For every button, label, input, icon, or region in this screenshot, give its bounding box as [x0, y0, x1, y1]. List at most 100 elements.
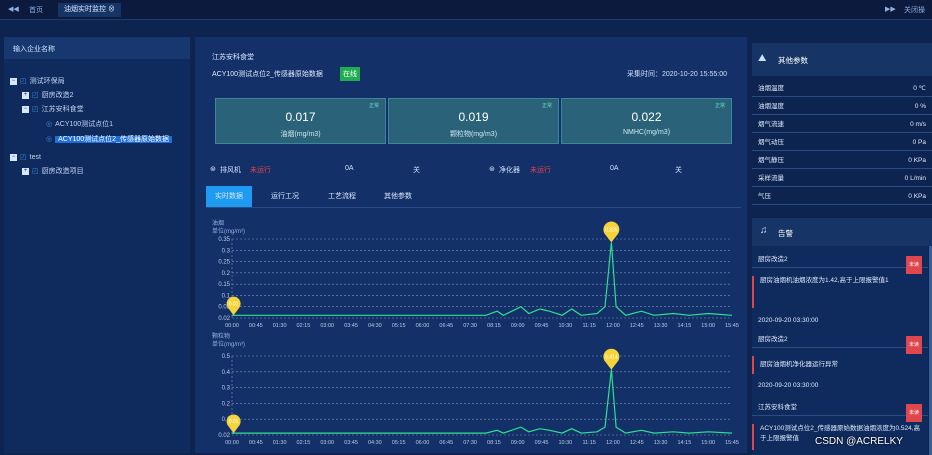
tab-realtime-monitor[interactable]: 油烟实时监控 ⊗ — [58, 3, 121, 17]
alarm-message[interactable]: 厨房油烟机油烟浓度为1.42,高于上限报警值1 — [752, 276, 928, 308]
enterprise-sidebar: 输入企业名称 − ◰ 测试环保局 + ◰ 厨房改造2 − ◰ 江苏安科食堂 ◎ ACY100测… — [4, 37, 190, 453]
collapse-icon[interactable]: − — [10, 77, 17, 85]
unread-badge: 未读 — [905, 256, 922, 274]
x-tick-label: 12:45 — [630, 323, 644, 329]
close-tab-icon[interactable]: ⊗ — [108, 6, 115, 13]
y-tick-label: 0.5 — [222, 354, 231, 360]
expand-icon[interactable]: + — [22, 91, 29, 99]
tree-node-point2[interactable]: ◎ ACY100测试点位2_传感器原始数据 — [46, 133, 172, 146]
x-tick-label: 15:00 — [701, 440, 715, 446]
chart-unit: 单位(mg/m³) — [212, 340, 245, 348]
alarm-title: 告警 — [778, 229, 793, 238]
x-tick-label: 06:00 — [416, 440, 430, 446]
x-tick-label: 13:30 — [654, 440, 668, 446]
tree-node-jiangsu[interactable]: − ◰ 江苏安科食堂 — [22, 103, 84, 116]
x-tick-label: 15:00 — [701, 323, 715, 329]
card-oil-fume: 正常 0.017 油烟(mg/m3) — [215, 98, 386, 144]
fan-current: 0A — [345, 165, 354, 172]
tree-node-env-bureau[interactable]: − ◰ 测试环保局 — [10, 75, 65, 88]
nav-forward-icon[interactable]: ▶▶ — [885, 5, 896, 13]
y-tick-label: 0.2 — [222, 271, 231, 277]
folder-icon: ◰ — [20, 78, 27, 85]
param-value: 0 KPa — [908, 193, 926, 200]
x-tick-label: 14:15 — [677, 323, 691, 329]
nav-back-icon[interactable]: ◀◀ — [8, 5, 19, 13]
param-name: 烟气流速 — [758, 121, 784, 128]
company-name: 江苏安科食堂 — [212, 54, 254, 61]
oil-fume-chart: 油烟单位(mg/m³)0.350.30.250.20.150.10.050.02… — [212, 219, 739, 329]
alarm-site[interactable]: 厨房改造2 未读 — [752, 332, 928, 354]
param-row: 油烟湿度 0 % — [752, 98, 932, 115]
max-marker-label: 0.414 — [605, 355, 618, 361]
tree-node-point1[interactable]: ◎ ACY100测试点位1 — [46, 118, 113, 131]
param-value: 0 % — [914, 103, 926, 110]
particulate-chart: 颗粒物单位(mg/m³)0.50.40.30.20.10.0200:00 00:4… — [212, 332, 739, 446]
y-tick-label: 0.4 — [222, 370, 231, 376]
card-label: NMHC(mg/m3) — [622, 129, 671, 136]
tree-label: ACY100测试点位1 — [55, 121, 114, 128]
x-tick-label: 08:15 — [487, 440, 501, 446]
y-tick-label: 0.02 — [218, 316, 230, 322]
tab-realtime[interactable]: 实时数据 — [206, 186, 252, 207]
collapse-icon[interactable]: − — [10, 153, 17, 161]
fan-label: 排风机 — [220, 167, 241, 174]
x-tick-label: 02:15 — [297, 440, 311, 446]
params-title: 其他参数 — [778, 56, 808, 65]
purifier-label: 净化器 — [499, 167, 520, 174]
collapse-icon[interactable]: − — [22, 105, 29, 113]
x-tick-label: 06:45 — [439, 440, 453, 446]
x-tick-label: 09:45 — [535, 323, 549, 329]
param-row: 采样流量 0 L/min — [752, 170, 932, 187]
main-panel: 江苏安科食堂 ACY100测试点位2_传感器原始数据 在线 采集时间：2020-… — [195, 37, 747, 453]
enterprise-search-input[interactable]: 输入企业名称 — [4, 37, 190, 59]
param-name: 采样流量 — [758, 175, 784, 182]
alarm-site[interactable]: 厨房改造2 未读 — [752, 252, 928, 274]
expand-icon[interactable]: + — [22, 167, 29, 175]
purifier-status: 未运行 — [530, 167, 551, 174]
folder-icon: ◰ — [32, 92, 39, 99]
tab-other-params[interactable]: 其他参数 — [378, 186, 418, 207]
tab-divider — [206, 207, 741, 208]
x-tick-label: 12:00 — [606, 323, 620, 329]
tree-label: test — [29, 154, 41, 161]
y-tick-label: 0.3 — [222, 386, 231, 392]
tab-operation[interactable]: 运行工况 — [265, 186, 305, 207]
tree-node-test[interactable]: − ◰ test — [10, 151, 41, 164]
fan-switch: 关 — [413, 167, 420, 174]
card-value: 0.017 — [285, 110, 316, 124]
alarm-site-label: 江苏安科食堂 — [758, 404, 797, 411]
chart-title: 油烟 — [212, 219, 224, 227]
x-tick-label: 07:30 — [463, 323, 477, 329]
collect-time: 采集时间：2020-10-20 15:55:00 — [627, 71, 727, 78]
x-tick-label: 03:45 — [344, 323, 358, 329]
alarm-site[interactable]: 江苏安科食堂 未读 — [752, 400, 928, 422]
y-tick-label: 0.25 — [218, 260, 230, 266]
max-marker-label: 0.335 — [605, 227, 618, 233]
x-tick-label: 05:15 — [392, 440, 406, 446]
alarm-site-label: 厨房改造2 — [758, 336, 788, 343]
y-tick-label: 0.35 — [218, 237, 230, 243]
param-value: 0 L/min — [904, 175, 926, 182]
param-row: 烟气流速 0 m/s — [752, 116, 932, 133]
chart-title: 颗粒物 — [212, 332, 230, 340]
home-tab[interactable]: 首页 — [29, 5, 43, 15]
alarm-message[interactable]: 厨房油烟机净化器运行异常 — [752, 356, 928, 374]
folder-icon: ◰ — [32, 106, 39, 113]
param-value: 0 Pa — [912, 139, 926, 146]
x-tick-label: 09:00 — [511, 440, 525, 446]
x-tick-label: 11:15 — [582, 440, 595, 446]
tree-node-kitchen2[interactable]: + ◰ 厨房改造2 — [22, 89, 74, 102]
x-tick-label: 03:00 — [320, 440, 334, 446]
alarm-header: ♫ 告警 — [752, 218, 932, 246]
param-name: 气压 — [758, 193, 771, 200]
tree-node-kitchen-project[interactable]: + ◰ 厨房改造项目 — [22, 165, 84, 178]
tab-process[interactable]: 工艺流程 — [322, 186, 362, 207]
x-tick-label: 00:45 — [249, 323, 263, 329]
series-line — [232, 242, 733, 316]
close-all-button[interactable]: 关闭操 — [904, 5, 925, 15]
device-icon: ◎ — [46, 136, 53, 143]
watermark: CSDN @ACRELKY — [815, 436, 903, 447]
card-value: 0.019 — [458, 110, 489, 124]
x-tick-label: 03:45 — [344, 440, 358, 446]
x-tick-label: 08:15 — [487, 323, 501, 329]
